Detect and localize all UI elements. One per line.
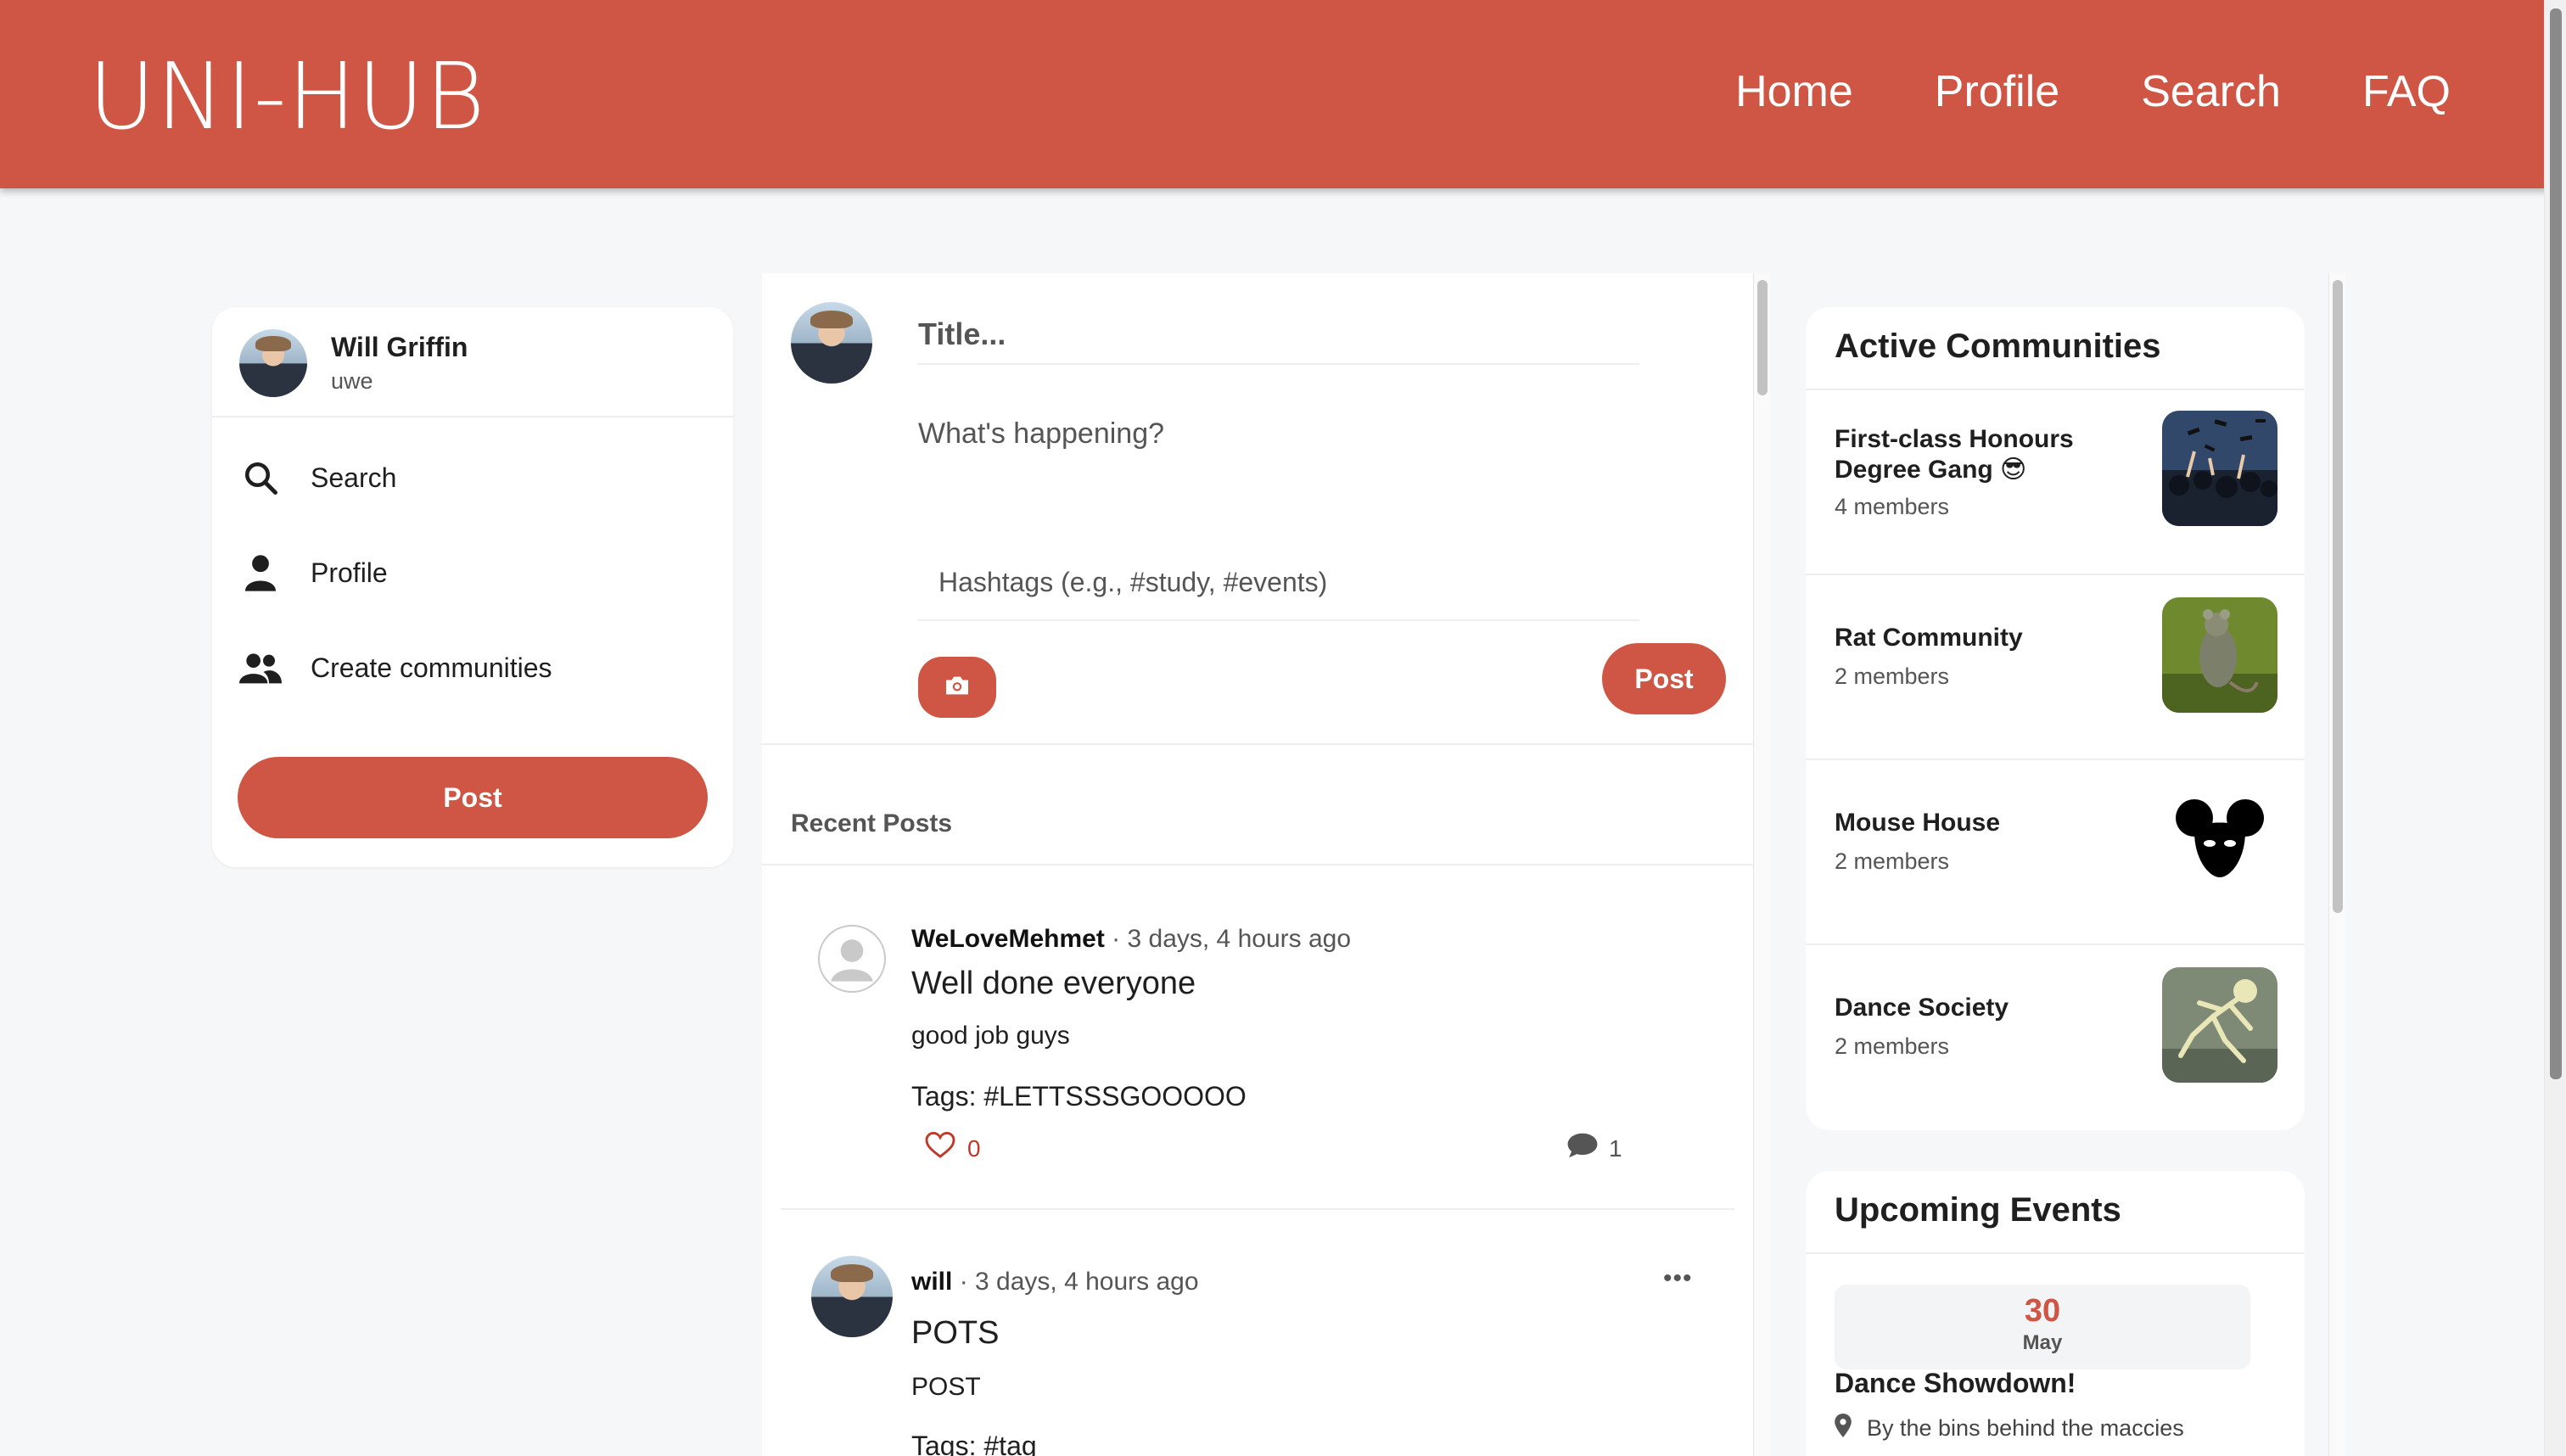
search-icon	[239, 456, 282, 499]
post-card[interactable]: WeLoveMehmet · 3 days, 4 hours ago Well …	[781, 864, 1731, 1198]
nav-faq-link[interactable]: FAQ	[2362, 66, 2451, 117]
community-name: Rat Community	[1835, 624, 2023, 652]
community-name: Dance Society	[1835, 994, 2009, 1022]
post-meta: WeLoveMehmet · 3 days, 4 hours ago	[911, 925, 1351, 954]
composer-post-button[interactable]: Post	[1602, 643, 1726, 714]
nav-home-link[interactable]: Home	[1735, 66, 1853, 117]
like-button[interactable]: 0	[925, 1131, 981, 1165]
post-body-input[interactable]	[918, 417, 1639, 519]
post-title: Well done everyone	[911, 966, 1196, 1001]
sidebar-item-search[interactable]: Search	[239, 456, 396, 499]
events-heading: Upcoming Events	[1835, 1191, 2121, 1229]
feed-column: Post Recent Posts WeLoveMehmet · 3 days,…	[762, 273, 1753, 1456]
comment-button[interactable]: 1	[1566, 1132, 1622, 1165]
post-body: good job guys	[911, 1022, 1070, 1050]
community-rat-image	[2162, 597, 2277, 713]
main-nav: Home Profile Search FAQ	[1735, 66, 2451, 117]
divider	[212, 416, 733, 417]
person-icon	[239, 552, 282, 594]
event-date-badge: 30 May	[1835, 1285, 2250, 1369]
like-count: 0	[967, 1134, 981, 1162]
post-tags: Tags: #LETTSSSGOOOOO	[911, 1081, 1247, 1112]
scrollbar-thumb[interactable]	[2333, 280, 2343, 913]
active-communities-panel: Active Communities First-class Honours D…	[1806, 307, 2305, 1130]
community-item[interactable]: Dance Society 2 members	[1806, 944, 2305, 1128]
default-avatar-icon	[818, 925, 886, 993]
comment-count: 1	[1609, 1134, 1622, 1162]
current-user[interactable]: Will Griffin uwe	[239, 329, 468, 397]
hashtags-input[interactable]	[918, 545, 1639, 621]
sidebar-scrollbar[interactable]	[2328, 273, 2345, 1456]
comment-icon	[1566, 1132, 1599, 1165]
community-name: First-class Honours Degree Gang 😎	[1835, 425, 2074, 484]
scrollbar-thumb[interactable]	[1757, 280, 1768, 395]
users-icon	[239, 647, 282, 689]
community-item[interactable]: Rat Community 2 members	[1806, 574, 2305, 759]
post-time: · 3 days, 4 hours ago	[1112, 925, 1352, 953]
communities-heading: Active Communities	[1835, 328, 2161, 365]
camera-icon	[944, 675, 971, 701]
user-name: Will Griffin	[331, 332, 468, 362]
community-members: 4 members	[1835, 494, 1950, 519]
nav-profile-link[interactable]: Profile	[1935, 66, 2059, 117]
feed-scrollbar[interactable]	[1753, 273, 1770, 1456]
event-location: By the bins behind the maccies	[1835, 1414, 2184, 1443]
event-day: 30	[2024, 1293, 2061, 1329]
divider	[1806, 1252, 2305, 1254]
sidebar-item-label: Profile	[311, 557, 388, 588]
sidebar-item-label: Create communities	[311, 652, 552, 683]
user-avatar	[239, 329, 307, 397]
add-photo-button[interactable]	[918, 657, 996, 718]
post-author[interactable]: will	[911, 1268, 952, 1296]
post-title: POTS	[911, 1315, 1000, 1351]
post-title-input[interactable]	[918, 305, 1639, 365]
divider	[762, 743, 1753, 745]
community-mouse-image	[2162, 782, 2277, 898]
sidebar-item-create-communities[interactable]: Create communities	[239, 647, 552, 689]
page-scrollbar[interactable]	[2544, 0, 2566, 1456]
community-members: 2 members	[1835, 664, 1950, 689]
post-author[interactable]: WeLoveMehmet	[911, 925, 1105, 953]
nav-search-link[interactable]: Search	[2141, 66, 2281, 117]
post-body: POST	[911, 1373, 981, 1401]
sidebar-item-label: Search	[311, 462, 397, 493]
composer-avatar	[791, 302, 872, 384]
heart-icon	[925, 1131, 955, 1165]
community-skeleton-image	[2162, 967, 2277, 1083]
event-name[interactable]: Dance Showdown!	[1835, 1368, 2076, 1399]
post-meta: will · 3 days, 4 hours ago	[911, 1268, 1199, 1296]
upcoming-events-panel: Upcoming Events 30 May Dance Showdown! B…	[1806, 1171, 2305, 1456]
community-graduation-image	[2162, 411, 2277, 526]
community-members: 2 members	[1835, 848, 1950, 874]
sidebar-card: Will Griffin uwe Search Profile Create c…	[212, 307, 733, 867]
recent-posts-heading: Recent Posts	[791, 809, 953, 837]
event-location-text: By the bins behind the maccies	[1867, 1415, 2184, 1441]
sidebar-post-button[interactable]: Post	[238, 757, 708, 838]
post-tags: Tags: #tag	[911, 1431, 1037, 1456]
post-time: · 3 days, 4 hours ago	[959, 1268, 1199, 1296]
user-university: uwe	[331, 368, 373, 394]
post-card[interactable]: will · 3 days, 4 hours ago ••• POTS POST…	[781, 1208, 1731, 1456]
more-options-icon[interactable]: •••	[1663, 1264, 1693, 1293]
community-item[interactable]: First-class Honours Degree Gang 😎 4 memb…	[1806, 389, 2305, 574]
event-month: May	[2022, 1331, 2063, 1354]
scrollbar-thumb[interactable]	[2550, 8, 2562, 1079]
post-avatar	[811, 1256, 893, 1337]
site-logo[interactable]: UNI-HUB	[88, 44, 486, 150]
community-item[interactable]: Mouse House 2 members	[1806, 759, 2305, 944]
location-pin-icon	[1835, 1414, 1852, 1443]
top-navbar: UNI-HUB Home Profile Search FAQ	[0, 0, 2566, 188]
sidebar-item-profile[interactable]: Profile	[239, 552, 388, 594]
community-name: Mouse House	[1835, 809, 2001, 837]
community-members: 2 members	[1835, 1033, 1950, 1059]
